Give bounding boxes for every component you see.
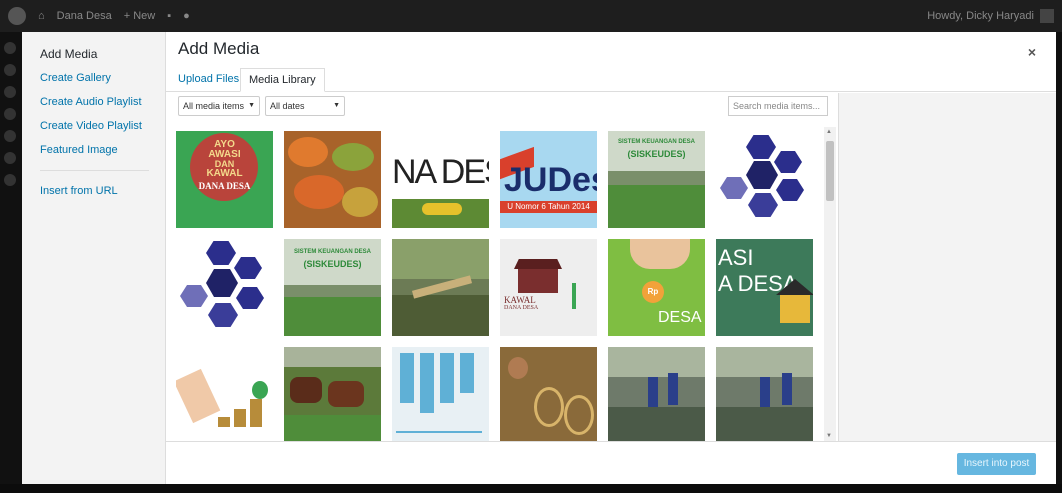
search-input[interactable]: Search media items... — [728, 96, 828, 116]
pages-icon — [4, 108, 16, 120]
router-tabs: Upload Files Media Library — [166, 64, 1056, 92]
attachment-thumbnail[interactable]: SISTEM KEUANGAN DESA (SISKEUDES) — [608, 131, 705, 228]
tile-text: DANA DESA — [198, 181, 251, 191]
wordpress-logo-icon[interactable] — [8, 7, 26, 25]
menu-add-media[interactable]: Add Media — [22, 42, 165, 66]
attachment-thumbnail[interactable] — [716, 131, 813, 228]
tile-text: U Nomor 6 Tahun 2014 — [507, 202, 590, 211]
close-button[interactable]: × — [1028, 44, 1036, 60]
attachment-thumbnail[interactable] — [176, 347, 273, 441]
menu-create-gallery[interactable]: Create Gallery — [22, 66, 165, 90]
menu-separator — [40, 170, 149, 171]
media-type-filter-value: All media items — [183, 101, 245, 111]
new-label: New — [133, 10, 156, 22]
howdy-label: Howdy, Dicky Haryadi — [927, 10, 1034, 22]
attachment-thumbnail[interactable]: ASI A DESA — [716, 239, 813, 336]
tile-text: ASI — [718, 245, 754, 270]
attachment-thumbnail[interactable] — [392, 239, 489, 336]
attachment-thumbnail[interactable] — [284, 347, 381, 441]
new-content-link[interactable]: + New — [124, 10, 156, 22]
comments-icon[interactable]: ▪ — [167, 10, 171, 22]
attachment-thumbnail[interactable] — [284, 131, 381, 228]
home-icon[interactable]: ⌂ — [38, 10, 45, 22]
chevron-down-icon: ▼ — [333, 102, 340, 109]
tile-text: Rp — [647, 287, 659, 296]
admin-menu — [0, 32, 20, 493]
background-strip — [0, 484, 1062, 493]
notification-dot-icon: ● — [183, 10, 190, 22]
modal-title: Add Media — [178, 39, 260, 58]
plugins-icon — [4, 174, 16, 186]
attachment-thumbnail[interactable] — [392, 347, 489, 441]
admin-bar: ⌂ Dana Desa + New ▪ ● Howdy, Dicky Harya… — [0, 0, 1062, 32]
tile-text: DESA — [658, 309, 702, 326]
add-media-modal: Add Media Create Gallery Create Audio Pl… — [22, 32, 1056, 484]
tile-text: DANA DESA — [504, 305, 539, 311]
tab-upload-files[interactable]: Upload Files — [170, 68, 247, 92]
posts-icon — [4, 64, 16, 76]
date-filter-value: All dates — [270, 101, 305, 111]
comments-menu-icon — [4, 130, 16, 142]
tile-text: SISTEM KEUANGAN DESA — [293, 249, 371, 255]
attachment-thumbnail[interactable] — [716, 347, 813, 441]
attachment-thumbnail[interactable]: AYO AWASI DAN KAWAL DANA DESA — [176, 131, 273, 228]
attachment-thumbnail[interactable]: KAWAL DANA DESA — [500, 239, 597, 336]
attachment-details-sidebar — [838, 93, 1056, 441]
menu-create-video-playlist[interactable]: Create Video Playlist — [22, 114, 165, 138]
attachment-thumbnail[interactable]: SISTEM KEUANGAN DESA (SISKEUDES) — [284, 239, 381, 336]
tile-text: JUDes — [504, 161, 597, 199]
attachment-thumbnail[interactable]: JUDes U Nomor 6 Tahun 2014 — [500, 131, 597, 228]
attachments-scrollbar[interactable]: ▲ ▼ — [824, 127, 836, 441]
menu-insert-from-url[interactable]: Insert from URL — [22, 179, 165, 203]
tile-text: (SISKEUDES) — [303, 259, 362, 269]
attachment-thumbnail[interactable] — [608, 347, 705, 441]
insert-into-post-button[interactable]: Insert into post — [957, 453, 1036, 475]
date-filter[interactable]: All dates ▼ — [265, 96, 345, 116]
attachment-thumbnail[interactable] — [176, 239, 273, 336]
media-frame-menu: Add Media Create Gallery Create Audio Pl… — [22, 32, 166, 484]
media-frame-toolbar: Insert into post — [166, 441, 1056, 484]
menu-featured-image[interactable]: Featured Image — [22, 138, 165, 162]
attachment-thumbnail[interactable]: NA DESA — [392, 131, 489, 228]
media-toolbar: All media items ▼ All dates ▼ Search med… — [172, 96, 830, 122]
menu-create-audio-playlist[interactable]: Create Audio Playlist — [22, 90, 165, 114]
attachment-thumbnail[interactable]: Rp DESA — [608, 239, 705, 336]
attachment-thumbnail[interactable] — [500, 347, 597, 441]
tile-text: KAWAL — [206, 168, 243, 179]
scrollbar-thumb[interactable] — [826, 141, 834, 201]
media-icon — [4, 86, 16, 98]
scroll-down-icon[interactable]: ▼ — [826, 433, 832, 439]
tile-text: KAWAL — [504, 295, 536, 305]
chevron-down-icon: ▼ — [248, 102, 255, 109]
avatar — [1040, 9, 1054, 23]
appearance-icon — [4, 152, 16, 164]
tile-text: NA DESA — [392, 153, 489, 191]
tile-text: SISTEM KEUANGAN DESA — [617, 139, 695, 145]
attachments-grid: AYO AWASI DAN KAWAL DANA DESA NA DESA JU… — [166, 125, 838, 441]
tab-media-library[interactable]: Media Library — [240, 68, 325, 92]
site-name-link[interactable]: Dana Desa — [57, 10, 112, 22]
user-account-menu[interactable]: Howdy, Dicky Haryadi — [927, 9, 1054, 23]
scroll-up-icon[interactable]: ▲ — [826, 129, 832, 135]
media-type-filter[interactable]: All media items ▼ — [178, 96, 260, 116]
dashboard-icon — [4, 42, 16, 54]
tile-text: (SISKEUDES) — [627, 149, 686, 159]
